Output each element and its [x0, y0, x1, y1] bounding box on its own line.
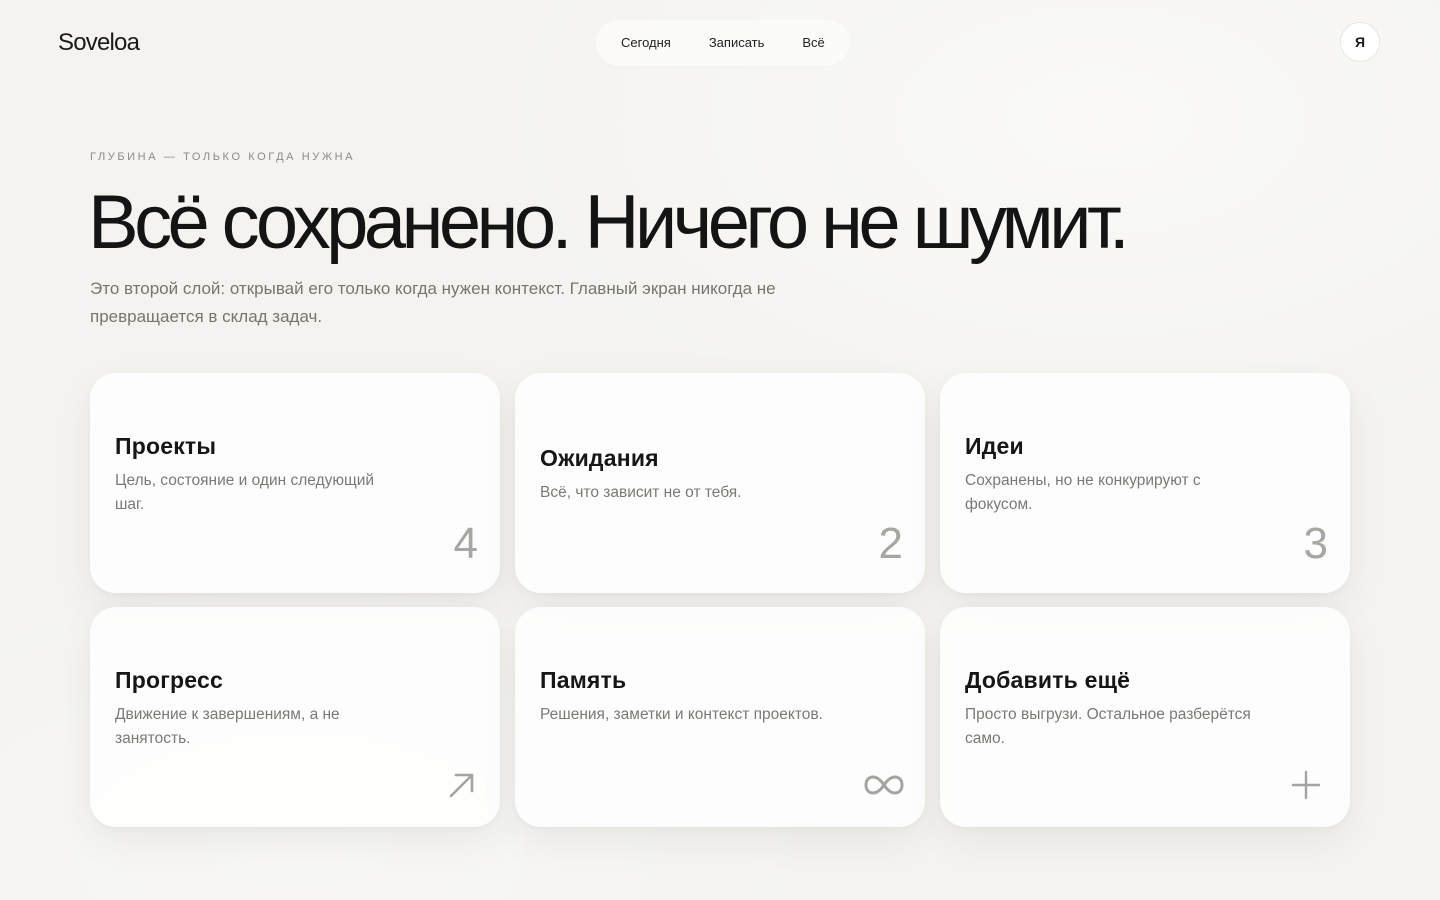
card-description: Всё, что зависит не от тебя.: [540, 484, 742, 501]
card-count: 3: [1303, 519, 1328, 568]
card-description: Сохранены, но не конкурируют с фокусом.: [965, 472, 1201, 513]
nav-item-capture[interactable]: Записать: [696, 26, 778, 60]
sections-grid: Проекты Цель, состояние и один следующий…: [90, 373, 1350, 827]
card-title: Добавить ещё: [965, 667, 1131, 693]
card-description: Цель, состояние и один следующий шаг.: [115, 472, 375, 513]
arrow-up-right-icon: [446, 769, 478, 801]
app-logo[interactable]: Soveloa: [58, 29, 140, 57]
page-title: Всё сохранено. Ничего не шумит.: [88, 180, 1130, 265]
nav-item-today[interactable]: Сегодня: [608, 26, 684, 60]
card-title: Прогресс: [115, 667, 223, 693]
card-projects[interactable]: Проекты Цель, состояние и один следующий…: [90, 373, 500, 593]
main-nav: Сегодня Записать Всё: [596, 20, 850, 66]
plus-icon[interactable]: [1290, 769, 1322, 801]
card-count: 2: [878, 519, 903, 568]
infinity-icon: [863, 769, 905, 801]
card-title: Идеи: [965, 433, 1024, 459]
card-waiting[interactable]: Ожидания Всё, что зависит не от тебя. 2: [515, 373, 925, 593]
card-progress[interactable]: Прогресс Движение к завершениям, а не за…: [90, 607, 500, 827]
top-bar: Soveloa Сегодня Записать Всё Я: [0, 0, 1440, 88]
card-add-more[interactable]: Добавить ещё Просто выгрузи. Остальное р…: [940, 607, 1350, 827]
user-avatar[interactable]: Я: [1340, 22, 1380, 62]
card-title: Ожидания: [540, 445, 659, 471]
card-title: Память: [540, 667, 627, 693]
eyebrow-label: ГЛУБИНА — ТОЛЬКО КОГДА НУЖНА: [90, 151, 356, 163]
card-description: Решения, заметки и контекст проектов.: [540, 706, 823, 723]
card-description: Просто выгрузи. Остальное разберётся сам…: [965, 706, 1251, 747]
nav-item-all[interactable]: Всё: [789, 26, 838, 60]
card-description: Движение к завершениям, а не занятость.: [115, 706, 340, 747]
card-memory[interactable]: Память Решения, заметки и контекст проек…: [515, 607, 925, 827]
card-count: 4: [453, 519, 478, 568]
page-description: Это второй слой: открывай его только ког…: [90, 279, 776, 326]
card-title: Проекты: [115, 433, 217, 459]
card-ideas[interactable]: Идеи Сохранены, но не конкурируют с фоку…: [940, 373, 1350, 593]
